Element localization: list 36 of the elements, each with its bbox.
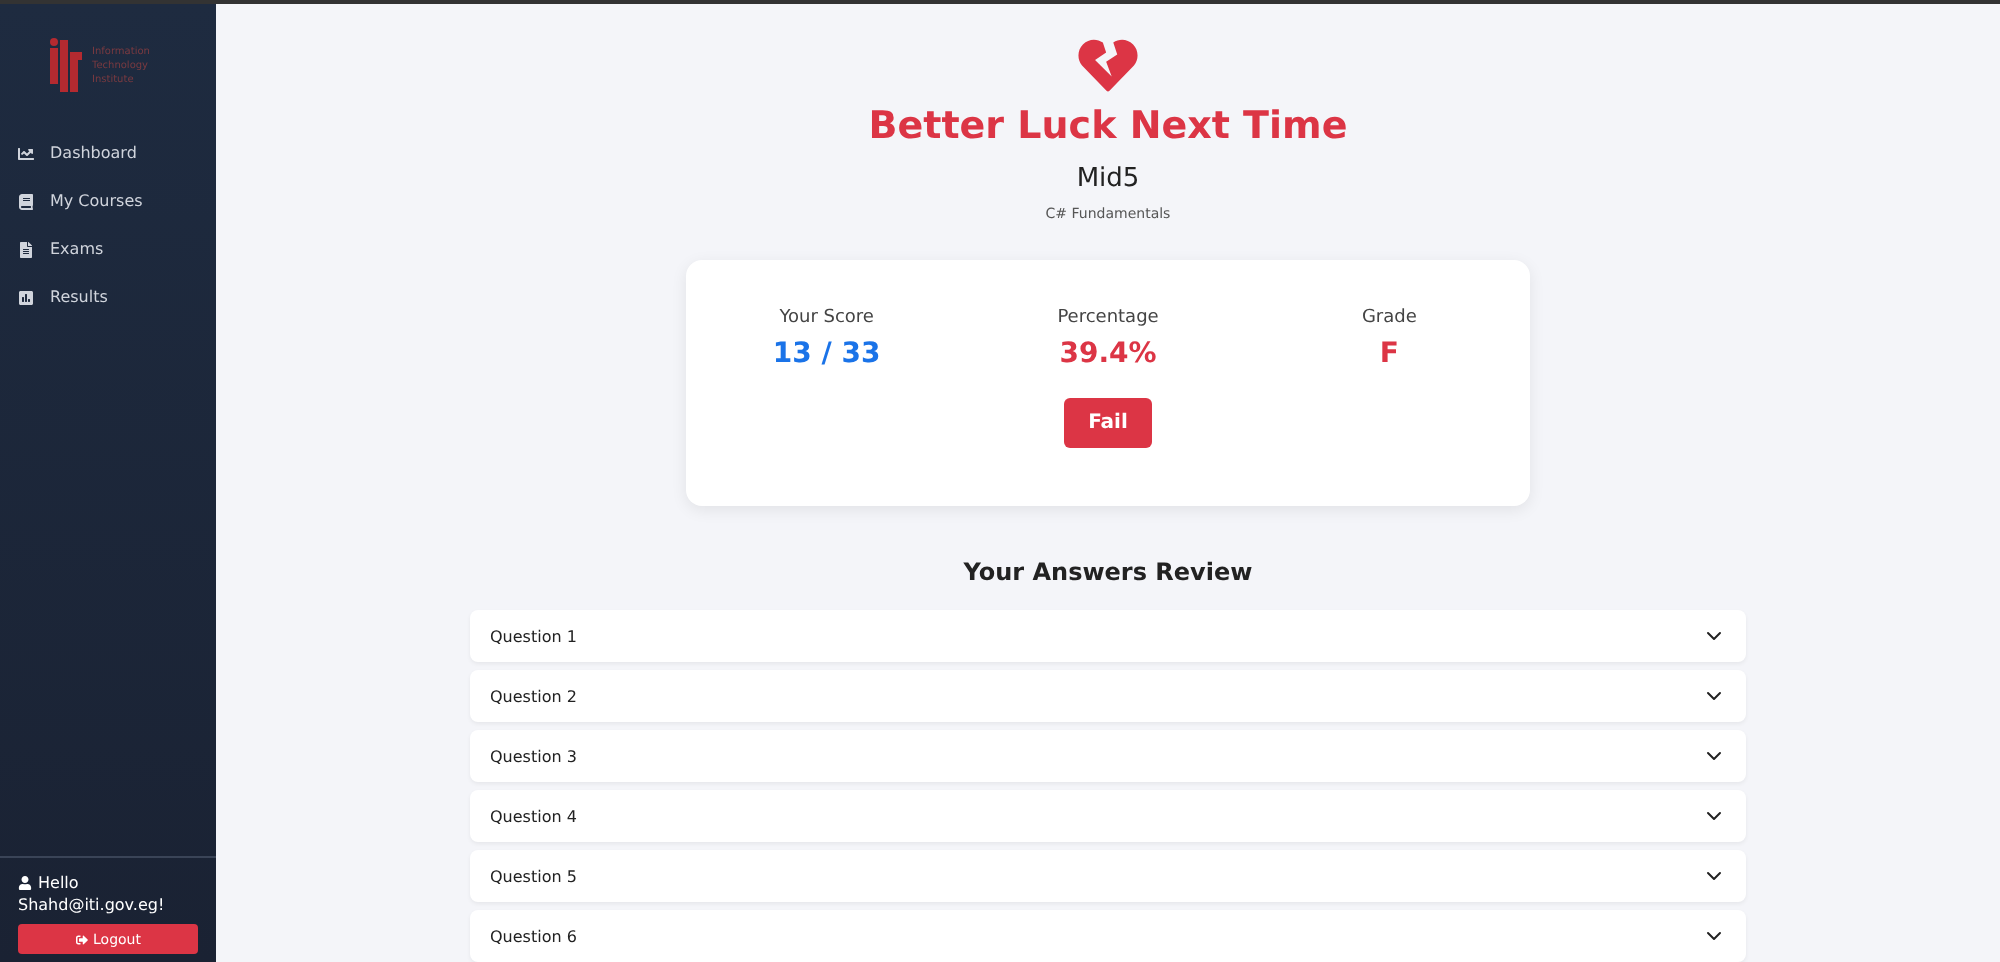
file-icon bbox=[18, 241, 34, 257]
question-label: Question 4 bbox=[490, 807, 577, 825]
question-row[interactable]: Question 1 bbox=[470, 610, 1746, 662]
broken-heart-icon bbox=[1078, 36, 1138, 96]
logo-icon bbox=[48, 36, 84, 96]
logout-icon bbox=[75, 933, 88, 945]
stat-value: 13 / 33 bbox=[772, 337, 881, 370]
review-title: Your Answers Review bbox=[963, 558, 1253, 586]
question-row[interactable]: Question 6 bbox=[470, 910, 1746, 962]
question-row[interactable]: Question 5 bbox=[470, 850, 1746, 902]
stat-label: Your Score bbox=[779, 307, 874, 328]
question-row[interactable]: Question 3 bbox=[470, 730, 1746, 782]
poll-icon bbox=[18, 289, 34, 305]
nav-item[interactable]: Dashboard bbox=[0, 136, 216, 170]
question-label: Question 6 bbox=[490, 927, 577, 945]
stat-value: F bbox=[1379, 337, 1399, 370]
nav-item[interactable]: Results bbox=[0, 280, 216, 314]
user-icon bbox=[18, 876, 32, 890]
book-icon bbox=[18, 193, 34, 209]
question-row[interactable]: Question 2 bbox=[470, 670, 1746, 722]
chart-icon bbox=[18, 145, 34, 161]
nav-item[interactable]: My Courses bbox=[0, 184, 216, 218]
question-label: Question 3 bbox=[490, 747, 577, 765]
question-row[interactable]: Question 4 bbox=[470, 790, 1746, 842]
stat-label: Grade bbox=[1361, 307, 1417, 328]
user-email: Shahd@iti.gov.eg! bbox=[18, 896, 167, 914]
question-label: Question 1 bbox=[490, 627, 577, 645]
result-title: Better Luck Next Time bbox=[868, 103, 1348, 148]
status-badge: Fail bbox=[1064, 397, 1152, 448]
greeting: Hello bbox=[38, 874, 79, 892]
stat-label: Percentage bbox=[1057, 307, 1159, 328]
exam-name: Mid5 bbox=[1076, 163, 1140, 194]
question-label: Question 5 bbox=[490, 867, 577, 885]
question-label: Question 2 bbox=[490, 687, 577, 705]
stat-value: 39.4% bbox=[1059, 337, 1157, 370]
nav-item[interactable]: Exams bbox=[0, 232, 216, 266]
